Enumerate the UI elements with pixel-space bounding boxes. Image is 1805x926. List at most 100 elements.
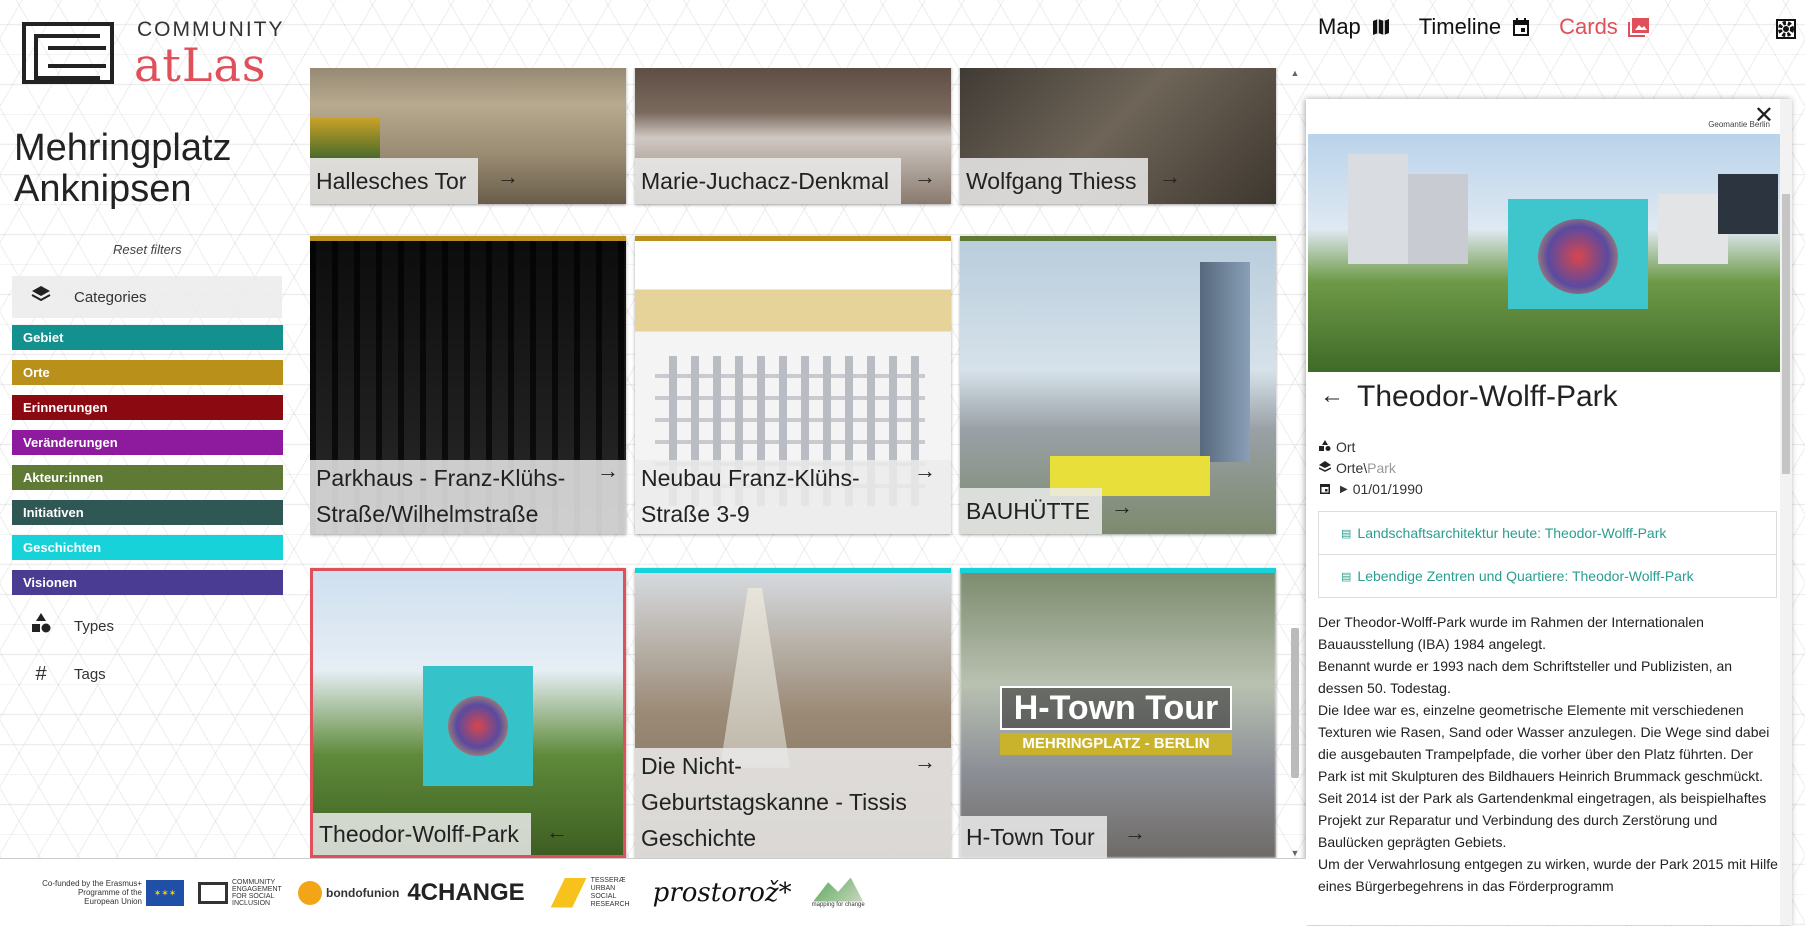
card-label: Parkhaus - Franz-Klühs- Straße/Wilhelmst… bbox=[310, 460, 626, 534]
mapping-mark bbox=[813, 877, 864, 902]
eu-flag-icon: ✶✶✶ bbox=[146, 879, 184, 906]
type-row: Ort bbox=[1319, 439, 1355, 455]
panel-scrollbar-thumb[interactable] bbox=[1782, 194, 1790, 474]
logo-atlas-text: atLas bbox=[134, 38, 267, 92]
related-link-label: Lebendige Zentren und Quartiere: Theodor… bbox=[1357, 568, 1694, 584]
categories-label: Categories bbox=[74, 288, 147, 306]
category-row: Orte \ Park bbox=[1318, 460, 1396, 476]
photo-library-icon bbox=[1627, 17, 1649, 37]
4change-logo[interactable]: 4CHANGE bbox=[407, 879, 524, 907]
related-link[interactable]: ▤ Lebendige Zentren und Quartiere: Theod… bbox=[1319, 555, 1776, 597]
category-orte[interactable]: Orte bbox=[12, 360, 283, 385]
prostoroz-logo[interactable]: prostorož* bbox=[653, 878, 792, 908]
categories-header[interactable]: Categories bbox=[12, 276, 282, 318]
project-title: Mehringplatz Anknipsen bbox=[14, 128, 232, 210]
card-label: Neubau Franz-Klühs- Straße 3-9 bbox=[635, 460, 951, 534]
eu-erasmus-logo[interactable]: Co-funded by the Erasmus+ Programme of t… bbox=[42, 879, 184, 906]
arrow-right-icon[interactable]: → bbox=[597, 458, 619, 484]
arrow-right-icon[interactable]: → bbox=[914, 749, 936, 775]
related-link[interactable]: ▤ Landschaftsarchitektur heute: Theodor-… bbox=[1319, 512, 1776, 555]
tags-header[interactable]: # Tags bbox=[12, 653, 282, 695]
description-paragraph: Die Idee war es, einzelne geometrische E… bbox=[1318, 702, 1770, 784]
category-veraenderungen[interactable]: Veränderungen bbox=[12, 430, 283, 455]
card-title-line1: Die Nicht- bbox=[641, 753, 742, 779]
arrow-right-icon[interactable]: → bbox=[1159, 164, 1181, 190]
arrow-right-icon[interactable]: → bbox=[914, 164, 936, 190]
scrollbar-thumb[interactable] bbox=[1291, 628, 1299, 778]
card-h-town-tour[interactable]: H-Town Tour MEHRINGPLATZ - BERLIN H-Town… bbox=[960, 568, 1276, 858]
types-header[interactable]: Types bbox=[12, 605, 282, 647]
prostoroz-text: prostorož* bbox=[652, 877, 792, 908]
category-initiativen[interactable]: Initiativen bbox=[12, 500, 283, 525]
arrow-right-icon[interactable]: → bbox=[497, 164, 519, 190]
nav-timeline[interactable]: Timeline bbox=[1419, 14, 1531, 40]
category-child[interactable]: Park bbox=[1367, 460, 1396, 476]
document-icon: ▤ bbox=[1341, 570, 1352, 583]
nav-cards-label: Cards bbox=[1559, 14, 1618, 39]
category-bar bbox=[960, 236, 1276, 241]
bondofunion-mark bbox=[298, 880, 322, 905]
card-nicht-geburtstagskanne[interactable]: Die Nicht- Geburtstagskanne - Tissis Ges… bbox=[635, 568, 951, 858]
card-parkhaus[interactable]: Parkhaus - Franz-Klühs- Straße/Wilhelmst… bbox=[310, 236, 626, 534]
cards-grid: Hallesches Tor → Marie-Juchacz-Denkmal →… bbox=[310, 68, 1278, 858]
arrow-right-icon[interactable]: → bbox=[1111, 494, 1133, 520]
bondofunion-logo[interactable]: bondofunion bbox=[298, 880, 400, 905]
tesserae-logo[interactable]: TESSERÆ URBAN SOCIAL RESEARCH bbox=[550, 876, 641, 909]
tesserae-text: TESSERÆ URBAN SOCIAL RESEARCH bbox=[590, 876, 630, 908]
detail-panel: ✕ Geomantie Berlin ← Theodor-Wolff-Park … bbox=[1306, 99, 1792, 925]
category-geschichten[interactable]: Geschichten bbox=[12, 535, 283, 560]
card-title-line2: Straße 3-9 bbox=[641, 501, 750, 527]
category-visionen[interactable]: Visionen bbox=[12, 570, 283, 595]
arrow-right-icon[interactable]: → bbox=[914, 458, 936, 484]
card-hallesches-tor[interactable]: Hallesches Tor → bbox=[310, 68, 626, 204]
partner-logo[interactable]: COMMUNITY ENGAGEMENT FOR SOCIAL INCLUSIO… bbox=[198, 879, 288, 907]
card-title-line3: Geschichte bbox=[641, 825, 757, 851]
shapes-icon bbox=[20, 612, 62, 640]
detail-title: Theodor-Wolff-Park bbox=[1357, 380, 1618, 413]
description-paragraph: Um der Verwahrlosung entgegen zu wirken,… bbox=[1318, 856, 1778, 894]
mapping-for-change-logo[interactable]: mapping for change bbox=[811, 877, 865, 908]
category-erinnerungen[interactable]: Erinnerungen bbox=[12, 395, 283, 420]
card-label: Hallesches Tor bbox=[310, 158, 479, 204]
nav-map[interactable]: Map bbox=[1318, 14, 1391, 40]
view-switcher: Map Timeline Cards bbox=[1318, 14, 1649, 40]
arrow-right-icon[interactable]: → bbox=[1124, 820, 1146, 846]
back-arrow-icon[interactable]: ← bbox=[1320, 382, 1344, 410]
category-parent[interactable]: Orte bbox=[1336, 460, 1363, 476]
card-theodor-wolff-park[interactable]: Theodor-Wolff-Park ← bbox=[310, 568, 626, 858]
4change-text: 4CHANGE bbox=[407, 878, 525, 906]
panel-scrollbar[interactable] bbox=[1780, 99, 1792, 925]
layers-icon bbox=[20, 284, 62, 310]
cards-scrollbar[interactable]: ▲ ▼ bbox=[1288, 68, 1302, 858]
card-title-line2: Straße/Wilhelmstraße bbox=[316, 501, 539, 527]
category-akteurinnen[interactable]: Akteur:innen bbox=[12, 465, 283, 490]
reset-filters-link[interactable]: Reset filters bbox=[113, 242, 182, 257]
related-links: ▤ Landschaftsarchitektur heute: Theodor-… bbox=[1318, 511, 1777, 598]
settings-icon[interactable] bbox=[1776, 19, 1796, 45]
caret-right-icon[interactable]: ▶ bbox=[1340, 484, 1348, 495]
category-bar bbox=[310, 236, 626, 241]
nav-cards[interactable]: Cards bbox=[1559, 14, 1649, 40]
card-marie-juchacz-denkmal[interactable]: Marie-Juchacz-Denkmal → bbox=[635, 68, 951, 204]
scroll-up-icon[interactable]: ▲ bbox=[1288, 68, 1302, 78]
bondofunion-text: bondofunion bbox=[326, 885, 400, 900]
mapping-text: mapping for change bbox=[811, 901, 865, 908]
card-bauhuette[interactable]: BAUHÜTTE → bbox=[960, 236, 1276, 534]
tesserae-mark bbox=[550, 877, 587, 908]
tags-label: Tags bbox=[74, 665, 106, 683]
arrow-left-icon[interactable]: ← bbox=[546, 819, 568, 845]
card-neubau[interactable]: Neubau Franz-Klühs- Straße 3-9 → bbox=[635, 236, 951, 534]
description-paragraph: Benannt wurde er 1993 nach dem Schriftst… bbox=[1318, 658, 1733, 696]
detail-description: Der Theodor-Wolff-Park wurde im Rahmen d… bbox=[1318, 611, 1778, 897]
category-gebiet[interactable]: Gebiet bbox=[12, 325, 283, 350]
banner-title: H-Town Tour bbox=[1000, 686, 1232, 730]
community-atlas-logo[interactable]: COMMUNITY atLas bbox=[22, 18, 283, 92]
hashtag-icon: # bbox=[35, 662, 47, 685]
card-wolfgang-thiess[interactable]: Wolfgang Thiess → bbox=[960, 68, 1276, 204]
project-title-line1: Mehringplatz bbox=[14, 127, 232, 169]
sponsor-footer: Co-funded by the Erasmus+ Programme of t… bbox=[0, 858, 1306, 926]
h-town-banner: H-Town Tour MEHRINGPLATZ - BERLIN bbox=[1000, 686, 1232, 755]
type-value[interactable]: Ort bbox=[1336, 439, 1355, 455]
card-label: Die Nicht- Geburtstagskanne - Tissis Ges… bbox=[635, 748, 951, 858]
scroll-down-icon[interactable]: ▼ bbox=[1288, 848, 1302, 858]
